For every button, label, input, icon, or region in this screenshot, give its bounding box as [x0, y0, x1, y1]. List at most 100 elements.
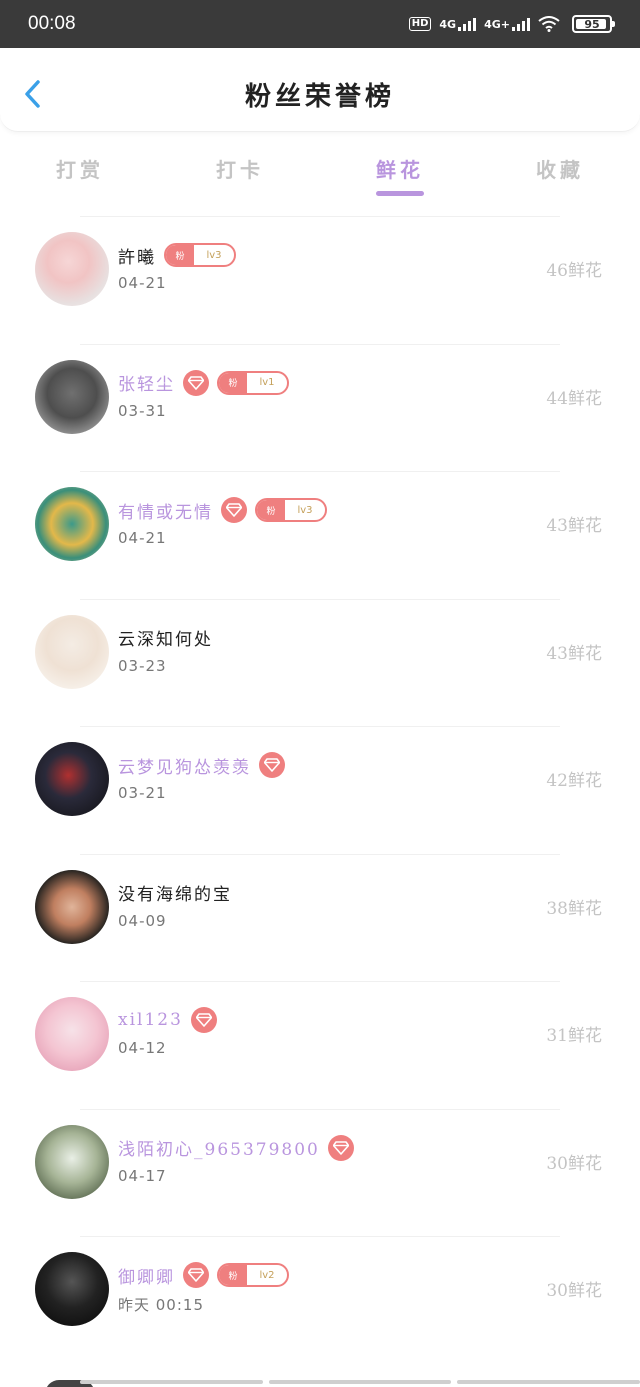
flower-count: 44鲜花	[546, 388, 602, 409]
fan-level-text: lv3	[297, 504, 313, 516]
fan-name[interactable]: xil123	[118, 1010, 183, 1030]
tab-label: 打赏	[56, 158, 104, 182]
signal-bars-icon-2	[512, 17, 530, 31]
fan-level-text: lv1	[259, 377, 275, 388]
fan-badge-char: 粉	[166, 245, 194, 265]
fan-date: 03-21	[118, 784, 167, 802]
name-row: xil123	[118, 1007, 217, 1033]
avatar[interactable]	[35, 487, 109, 561]
divider	[80, 981, 560, 982]
fan-date: 03-23	[118, 656, 167, 675]
divider	[80, 853, 560, 855]
tab-checkin[interactable]: 打卡	[160, 146, 320, 202]
tab-flowers[interactable]: 鲜花	[320, 146, 480, 202]
avatar[interactable]	[35, 232, 109, 306]
list-item[interactable]: 云梦见狗怂羡羡 03-21 42鲜花	[0, 726, 640, 854]
divider	[80, 216, 560, 217]
flower-count: 38鲜花	[546, 898, 602, 919]
name-row: 御卿卿 粉 lv2	[118, 1262, 289, 1288]
list-item[interactable]: 有情或无情 粉 lv3 04-21 43鲜花	[0, 471, 640, 599]
avatar[interactable]	[35, 614, 109, 689]
diamond-icon	[183, 1262, 209, 1288]
flower-count: 42鲜花	[546, 771, 602, 791]
name-row: 云深知何处	[118, 625, 213, 651]
signal-4g-icon: 4G	[439, 17, 477, 31]
fan-name[interactable]: 张轻尘	[118, 370, 175, 395]
tab-active-indicator	[376, 191, 424, 196]
flower-count: 43鲜花	[546, 643, 602, 664]
divider	[80, 1108, 560, 1110]
battery-icon: 95	[572, 15, 615, 33]
list-item[interactable]: 許曦粉 lv3 04-21 46鲜花	[0, 216, 640, 344]
fan-badge-char: 粉	[219, 1265, 247, 1285]
page-title: 粉丝荣誉榜	[244, 82, 395, 112]
list-item[interactable]: xil123 04-12 31鲜花	[0, 981, 640, 1109]
status-time: 00:08	[28, 13, 76, 34]
name-row: 許曦粉 lv3	[118, 242, 236, 268]
fan-level-text: lv3	[206, 249, 222, 261]
fan-date: 04-21	[118, 529, 167, 547]
tab-label: 打卡	[216, 158, 264, 182]
avatar[interactable]	[35, 1252, 109, 1326]
divider	[80, 343, 560, 345]
signal-bars-icon	[458, 17, 477, 31]
list-item[interactable]: 没有海绵的宝 04-09 38鲜花	[0, 853, 640, 982]
fan-name[interactable]: 許曦	[118, 243, 156, 268]
avatar[interactable]	[35, 742, 109, 816]
fan-name[interactable]: 没有海绵的宝	[118, 880, 232, 905]
fan-name[interactable]: 云梦见狗怂羡羡	[118, 753, 251, 778]
name-row: 张轻尘 粉 lv1	[118, 369, 289, 396]
list-item[interactable]: 云深知何处 03-23 43鲜花	[0, 598, 640, 727]
fan-name[interactable]: 云深知何处	[118, 625, 213, 650]
hd-icon: HD	[408, 17, 432, 31]
diamond-icon	[327, 1134, 354, 1161]
list-item[interactable]: 御卿卿 粉 lv2 昨天 00:15 30鲜花	[0, 1236, 640, 1364]
divider	[80, 471, 560, 472]
fan-name[interactable]: 浅陌初心_965379800	[118, 1135, 320, 1160]
scroll-hint-bars	[0, 1380, 640, 1387]
flower-count: 30鲜花	[546, 1153, 602, 1174]
list-item[interactable]: 张轻尘 粉 lv1 03-31 44鲜花	[0, 343, 640, 472]
diamond-icon	[190, 1007, 217, 1033]
avatar[interactable]	[35, 869, 109, 944]
flower-count: 43鲜花	[546, 516, 602, 536]
header: 粉丝荣誉榜	[0, 48, 640, 132]
flower-count: 30鲜花	[546, 1281, 602, 1301]
fan-badge-char: 粉	[219, 372, 247, 393]
fan-date: 03-31	[118, 401, 167, 420]
diamond-icon	[259, 752, 285, 778]
fan-date: 04-17	[118, 1166, 167, 1185]
fan-name[interactable]: 御卿卿	[118, 1263, 175, 1288]
fan-level-badge: 粉 lv1	[217, 370, 289, 395]
avatar[interactable]	[35, 1124, 109, 1199]
avatar[interactable]	[35, 359, 109, 434]
fan-date: 04-21	[118, 274, 167, 292]
tab-label: 鲜花	[376, 158, 424, 182]
divider	[80, 598, 560, 600]
fan-level-badge: 粉 lv3	[164, 243, 236, 267]
flower-count: 46鲜花	[546, 261, 602, 281]
flower-count: 31鲜花	[546, 1026, 602, 1046]
name-row: 云梦见狗怂羡羡	[118, 752, 285, 778]
name-row: 有情或无情 粉 lv3	[118, 497, 327, 523]
tab-favorites[interactable]: 收藏	[480, 146, 640, 202]
fan-date: 04-09	[118, 911, 167, 930]
battery-level: 95	[584, 17, 600, 31]
diamond-icon	[221, 497, 247, 523]
tab-bar: 打赏 打卡 鲜花 收藏	[0, 146, 640, 202]
fan-name[interactable]: 有情或无情	[118, 498, 213, 523]
diamond-icon	[183, 369, 209, 396]
avatar[interactable]	[35, 997, 109, 1071]
divider	[80, 1236, 560, 1237]
status-bar: 00:08 HD 4G 4G+ 95	[0, 0, 640, 48]
name-row: 没有海绵的宝	[118, 880, 232, 906]
fan-list: 許曦粉 lv3 04-21 46鲜花 张轻尘粉 lv1 03-31 44鲜花 有情或无情粉 lv3…	[0, 216, 640, 1364]
divider	[80, 726, 560, 727]
net-label-1: 4G	[439, 18, 457, 31]
list-item[interactable]: 浅陌初心_965379800 04-17 30鲜花	[0, 1108, 640, 1237]
net-label-2: 4G+	[484, 18, 510, 31]
tab-label: 收藏	[536, 158, 584, 182]
tab-reward[interactable]: 打赏	[0, 146, 160, 202]
status-icons: HD 4G 4G+ 95	[408, 15, 615, 33]
fan-level-text: lv2	[259, 1269, 275, 1281]
